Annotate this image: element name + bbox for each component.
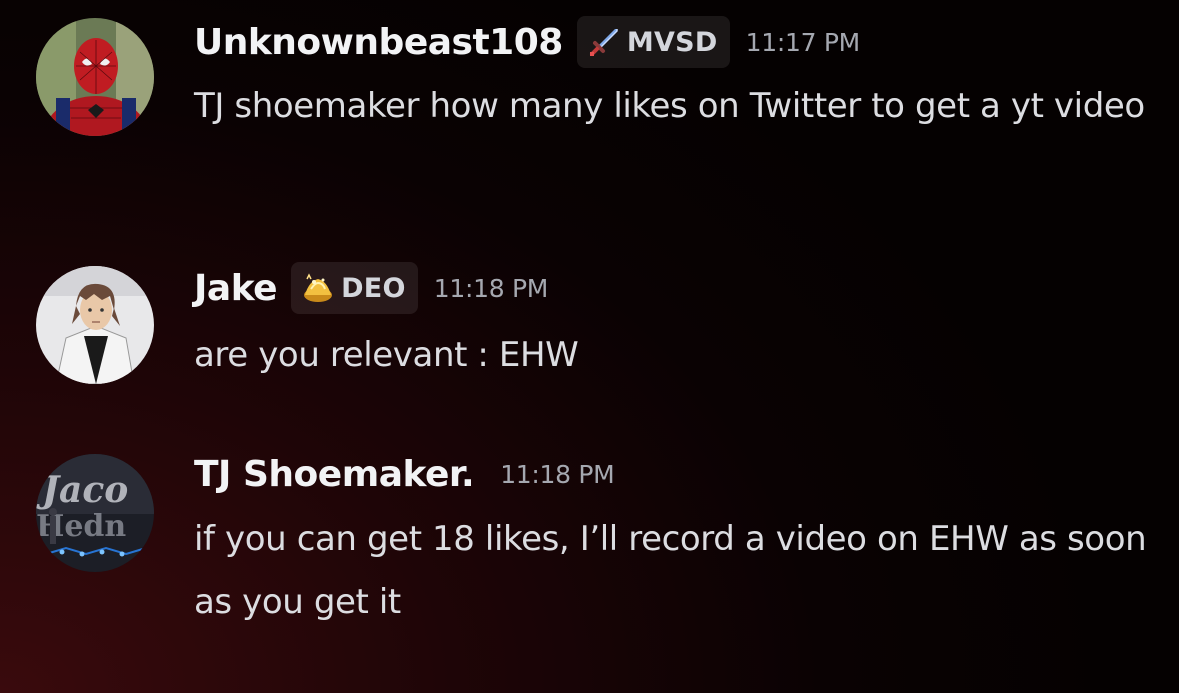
avatar[interactable]: Jaco Hedn [36,454,154,572]
svg-text:Jaco: Jaco [36,469,128,511]
spiderman-avatar-icon [36,18,154,136]
tag-label: DEO [341,272,406,304]
timestamp: 11:18 PM [500,459,615,489]
clan-tag[interactable]: DEO [291,262,418,314]
username[interactable]: Jake [194,268,278,309]
gold-pile-icon [304,273,333,302]
tag-label: MVSD [626,26,718,58]
timestamp: 11:18 PM [433,273,549,303]
message-text: are you relevant : EHW [194,335,579,375]
message-item[interactable]: Unknownbeast108 MVSD 11:17 PM TJ shoemak… [0,0,1179,200]
clan-tag[interactable]: MVSD [576,16,730,68]
message-text: if you can get 18 likes, I’ll record a v… [194,519,1147,622]
username[interactable]: TJ Shoemaker. [194,454,475,495]
stage-logo-avatar-icon: Jaco Hedn [36,454,154,572]
anime-character-avatar-icon [36,266,154,384]
svg-text:Hedn: Hedn [36,509,126,544]
username[interactable]: Unknownbeast108 [194,22,563,63]
avatar[interactable] [36,18,154,136]
message-text: TJ shoemaker how many likes on Twitter t… [194,86,1145,126]
avatar[interactable] [36,266,154,384]
timestamp: 11:17 PM [745,27,861,57]
sword-icon [589,29,618,56]
message-item[interactable]: Jake DEO 11:18 PM are you relevant : EHW [0,250,1179,400]
message-item[interactable]: Jaco Hedn TJ Shoemaker. 11:18 PM if you … [0,440,1179,640]
